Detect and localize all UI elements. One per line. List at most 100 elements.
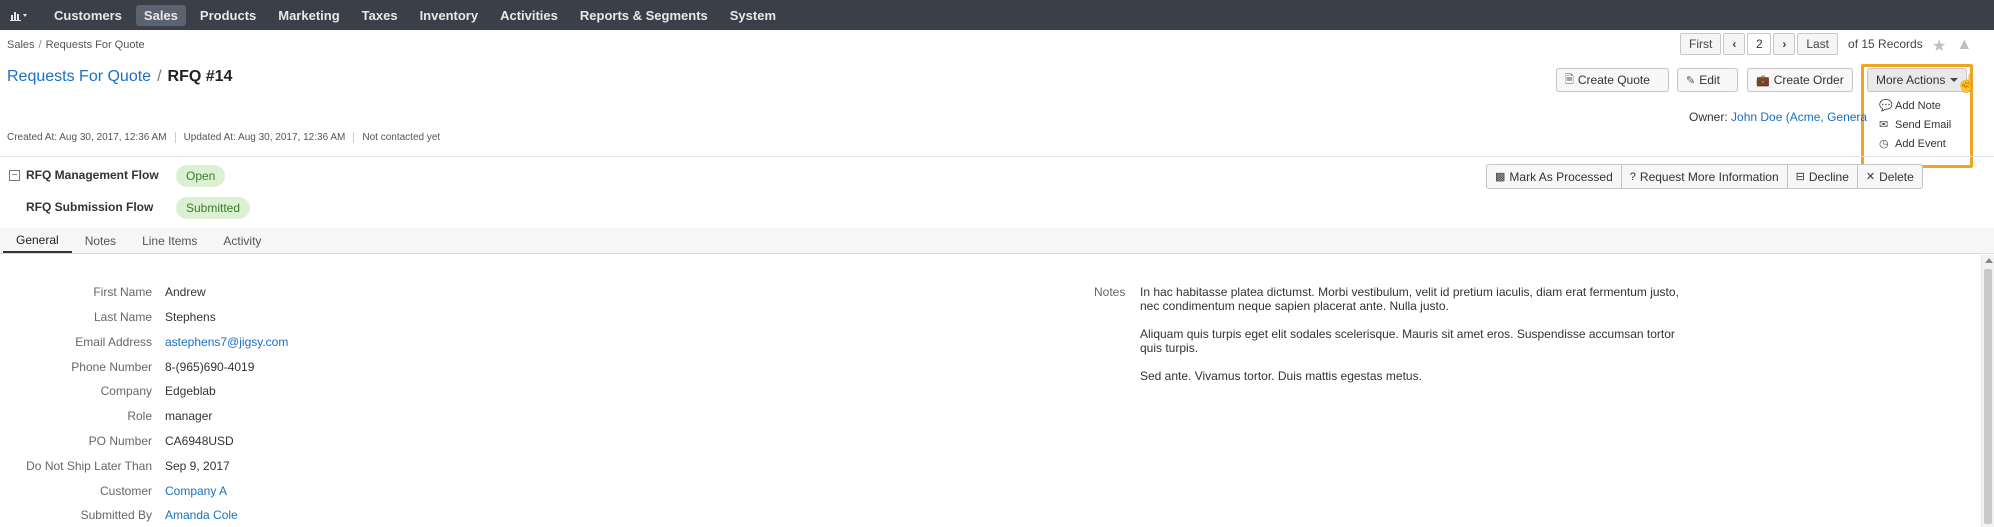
tabs-bar: General Notes Line Items Activity	[0, 228, 1994, 254]
top-navigation: Customers Sales Products Marketing Taxes…	[0, 0, 1994, 30]
nav-reports-segments[interactable]: Reports & Segments	[572, 5, 716, 26]
decline-button[interactable]: ⊟ Decline	[1786, 164, 1858, 189]
owner-label: Owner:	[1689, 110, 1728, 124]
field-last-name: Last Name Stephens	[0, 310, 700, 328]
comment-icon: 💬	[1879, 100, 1893, 112]
record-count: of 15 Records	[1848, 37, 1923, 51]
create-order-label: Create Order	[1773, 73, 1844, 87]
field-company: Company Edgeblab	[0, 384, 700, 402]
request-more-information-label: Request More Information	[1639, 169, 1779, 184]
field-submitted-by: Submitted By Amanda Cole	[0, 508, 700, 526]
divider	[0, 156, 1994, 157]
menu-item-add-event[interactable]: ◷ Add Event	[1869, 134, 1967, 153]
page-title: Requests For Quote / RFQ #14	[7, 68, 232, 86]
mark-as-processed-button[interactable]: ▩ Mark As Processed	[1486, 164, 1622, 189]
envelope-icon: ✉	[1879, 119, 1889, 131]
field-label: Email Address	[75, 335, 152, 349]
collapse-toggle-icon[interactable]: −	[9, 170, 20, 181]
field-value: CA6948USD	[165, 434, 234, 448]
menu-item-add-note[interactable]: 💬 Add Note	[1869, 96, 1967, 115]
previous-record-button[interactable]: ‹	[1723, 33, 1746, 55]
field-value: Stephens	[165, 310, 216, 324]
menu-item-label: Send Email	[1895, 118, 1952, 131]
notes-label: Notes	[1094, 285, 1126, 299]
field-value: Sep 9, 2017	[165, 459, 230, 473]
dashboard-menu-icon[interactable]	[2, 0, 36, 30]
delete-button[interactable]: ✕ Delete	[1856, 164, 1923, 189]
create-quote-button[interactable]: 🗎 Create Quote	[1556, 68, 1669, 92]
submitted-by-link[interactable]: Amanda Cole	[165, 508, 238, 522]
vertical-scrollbar[interactable]	[1981, 255, 1994, 527]
nav-inventory[interactable]: Inventory	[412, 5, 487, 26]
contact-status: Not contacted yet	[353, 132, 448, 143]
workflow-status-badge: Submitted	[176, 197, 251, 219]
last-record-button[interactable]: Last	[1797, 33, 1839, 55]
tab-activity[interactable]: Activity	[210, 229, 274, 253]
menu-item-send-email[interactable]: ✉ Send Email	[1869, 115, 1967, 134]
field-label: Do Not Ship Later Than	[26, 459, 152, 473]
page-pin-controls: ★ ▲	[1932, 36, 1972, 56]
breadcrumb-requests-for-quote[interactable]: Requests For Quote	[46, 39, 145, 51]
decline-label: Decline	[1808, 169, 1849, 184]
scroll-thumb[interactable]	[1984, 269, 1992, 524]
field-do-not-ship-later-than: Do Not Ship Later Than Sep 9, 2017	[0, 459, 700, 477]
nav-system[interactable]: System	[722, 5, 784, 26]
next-record-button[interactable]: ›	[1773, 33, 1796, 55]
field-label: Role	[127, 409, 152, 423]
request-more-information-button[interactable]: ? Request More Information	[1620, 164, 1788, 189]
owner-info: Owner: John Doe (Acme, Genera	[1689, 110, 1867, 124]
nav-taxes[interactable]: Taxes	[354, 5, 406, 26]
breadcrumb-sales[interactable]: Sales	[7, 39, 35, 51]
create-order-button[interactable]: 💼 Create Order	[1747, 68, 1853, 92]
field-po-number: PO Number CA6948USD	[0, 434, 700, 452]
record-number-input[interactable]: 2	[1747, 33, 1772, 55]
field-value: Andrew	[165, 285, 206, 299]
notes-paragraph: Aliquam quis turpis eget elit sodales sc…	[1140, 327, 1675, 355]
nav-customers[interactable]: Customers	[46, 5, 130, 26]
field-customer: Customer Company A	[0, 484, 700, 502]
workflow-name: RFQ Management Flow	[26, 168, 159, 182]
briefcase-icon: 💼	[1756, 74, 1770, 87]
question-icon: ?	[1629, 170, 1636, 183]
owner-link[interactable]: John Doe (Acme, Genera	[1731, 110, 1867, 124]
field-value: Edgeblab	[165, 384, 216, 398]
field-label: Submitted By	[80, 508, 152, 522]
breadcrumb: Sales / Requests For Quote	[7, 39, 145, 51]
tab-notes[interactable]: Notes	[72, 229, 129, 253]
tab-general[interactable]: General	[3, 229, 72, 253]
email-link[interactable]: astephens7@jigsy.com	[165, 335, 288, 349]
more-actions-menu: 💬 Add Note ✉ Send Email ◷ Add Event	[1869, 96, 1967, 153]
workflow-status-badge: Open	[176, 165, 226, 187]
tab-line-items[interactable]: Line Items	[129, 229, 210, 253]
created-at: Created At: Aug 30, 2017, 12:36 AM	[7, 132, 167, 143]
notes-content: In hac habitasse platea dictumst. Morbi …	[1140, 285, 1690, 397]
first-record-button[interactable]: First	[1680, 33, 1722, 55]
menu-item-label: Add Event	[1895, 137, 1946, 150]
nav-products[interactable]: Products	[192, 5, 264, 26]
customer-link[interactable]: Company A	[165, 484, 227, 498]
close-icon: ✕	[1865, 171, 1876, 183]
field-label: Last Name	[93, 310, 152, 324]
chevron-left-icon: ‹	[1732, 37, 1737, 51]
field-label: Phone Number	[71, 360, 152, 374]
workflow-name: RFQ Submission Flow	[26, 200, 154, 214]
star-icon[interactable]: ★	[1932, 36, 1946, 56]
processed-icon: ▩	[1495, 171, 1506, 183]
record-meta: Created At: Aug 30, 2017, 12:36 AM Updat…	[7, 132, 448, 143]
notes-paragraph: Sed ante. Vivamus tortor. Duis mattis eg…	[1140, 369, 1422, 383]
nav-sales[interactable]: Sales	[135, 4, 186, 26]
pin-icon[interactable]: ▲	[1956, 36, 1972, 56]
field-role: Role manager	[0, 409, 700, 427]
edit-icon: ✎	[1686, 74, 1696, 87]
clock-icon: ◷	[1879, 138, 1889, 150]
nav-marketing[interactable]: Marketing	[270, 5, 347, 26]
scroll-up-icon[interactable]	[1985, 258, 1993, 263]
edit-button[interactable]: ✎ Edit	[1677, 68, 1738, 92]
title-parent-link[interactable]: Requests For Quote	[7, 68, 151, 85]
menu-item-label: Add Note	[1895, 99, 1941, 112]
hand-cursor-icon: ☝	[1956, 74, 1978, 93]
mark-as-processed-label: Mark As Processed	[1509, 169, 1613, 184]
title-separator: /	[157, 68, 162, 85]
field-value: manager	[165, 409, 213, 423]
nav-activities[interactable]: Activities	[492, 5, 566, 26]
